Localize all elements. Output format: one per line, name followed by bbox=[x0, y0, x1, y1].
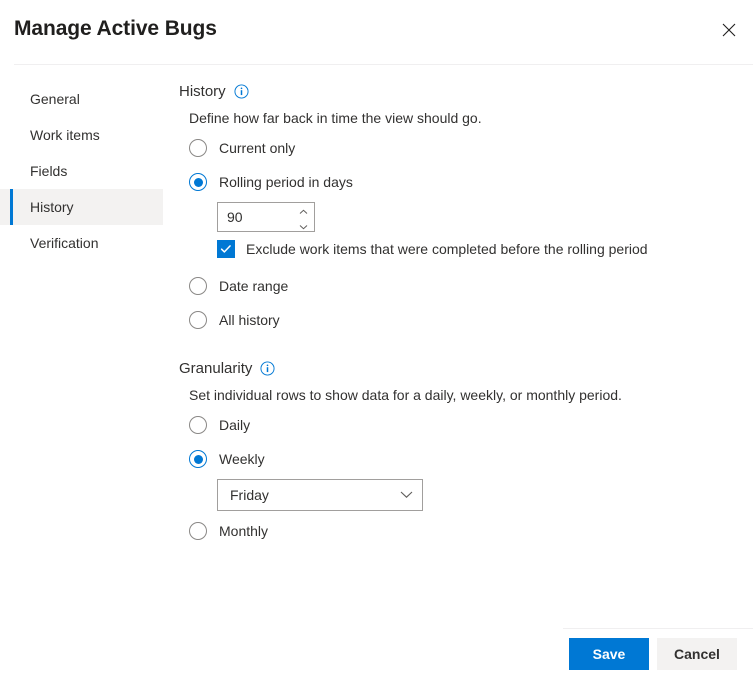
radio-monthly[interactable]: Monthly bbox=[189, 521, 737, 541]
cancel-button[interactable]: Cancel bbox=[657, 638, 737, 670]
sidebar-item-label: Fields bbox=[30, 163, 67, 179]
radio-label: All history bbox=[219, 312, 280, 328]
sidebar-item-label: History bbox=[30, 199, 74, 215]
sidebar-item-history[interactable]: History bbox=[0, 189, 163, 225]
settings-sidebar: General Work items Fields History Verifi… bbox=[0, 81, 163, 261]
info-icon[interactable] bbox=[234, 84, 249, 99]
history-section: History Define how far back in time the … bbox=[179, 83, 737, 330]
radio-rolling-period[interactable]: Rolling period in days bbox=[189, 172, 737, 192]
radio-mark bbox=[189, 450, 207, 468]
granularity-description: Set individual rows to show data for a d… bbox=[189, 387, 737, 403]
sidebar-item-general[interactable]: General bbox=[0, 81, 163, 117]
spinner-arrows bbox=[292, 203, 314, 231]
radio-current-only[interactable]: Current only bbox=[189, 138, 737, 158]
sidebar-item-work-items[interactable]: Work items bbox=[0, 117, 163, 153]
sidebar-item-verification[interactable]: Verification bbox=[0, 225, 163, 261]
chevron-down-icon bbox=[299, 218, 308, 233]
granularity-heading: Granularity bbox=[179, 360, 737, 377]
info-icon[interactable] bbox=[260, 361, 275, 376]
dialog-body: General Work items Fields History Verifi… bbox=[0, 65, 753, 684]
radio-all-history[interactable]: All history bbox=[189, 310, 737, 330]
radio-mark bbox=[189, 416, 207, 434]
radio-mark bbox=[189, 522, 207, 540]
sidebar-item-label: General bbox=[30, 91, 80, 107]
dialog-header: Manage Active Bugs bbox=[0, 0, 753, 64]
radio-mark bbox=[189, 311, 207, 329]
radio-weekly[interactable]: Weekly bbox=[189, 449, 737, 469]
section-spacer bbox=[179, 344, 737, 360]
radio-mark bbox=[189, 277, 207, 295]
radio-date-range[interactable]: Date range bbox=[189, 276, 737, 296]
exclude-completed-checkbox[interactable]: Exclude work items that were completed b… bbox=[217, 240, 737, 258]
sidebar-item-fields[interactable]: Fields bbox=[0, 153, 163, 189]
radio-label: Rolling period in days bbox=[219, 174, 353, 190]
close-button[interactable] bbox=[713, 14, 745, 46]
save-button[interactable]: Save bbox=[569, 638, 649, 670]
radio-label: Date range bbox=[219, 278, 288, 294]
history-heading: History bbox=[179, 83, 737, 100]
radio-daily[interactable]: Daily bbox=[189, 415, 737, 435]
chevron-up-icon bbox=[299, 203, 308, 218]
radio-label: Current only bbox=[219, 140, 295, 156]
radio-label: Daily bbox=[219, 417, 250, 433]
history-heading-label: History bbox=[179, 83, 226, 100]
checkbox-label: Exclude work items that were completed b… bbox=[246, 241, 648, 257]
granularity-section: Granularity Set individual rows to show … bbox=[179, 360, 737, 541]
chevron-down-icon bbox=[400, 486, 413, 504]
settings-content: History Define how far back in time the … bbox=[179, 83, 737, 555]
spinner-decrement-button[interactable] bbox=[292, 218, 314, 233]
sidebar-item-label: Work items bbox=[30, 127, 100, 143]
page-title: Manage Active Bugs bbox=[14, 17, 217, 41]
weekday-dropdown[interactable]: Friday bbox=[217, 479, 423, 511]
close-icon bbox=[722, 23, 736, 37]
rolling-days-spinner[interactable] bbox=[217, 202, 315, 232]
rolling-days-input[interactable] bbox=[218, 203, 292, 231]
checkbox-mark bbox=[217, 240, 235, 258]
footer-divider bbox=[563, 628, 753, 629]
radio-mark bbox=[189, 173, 207, 191]
radio-label: Weekly bbox=[219, 451, 265, 467]
radio-mark bbox=[189, 139, 207, 157]
granularity-heading-label: Granularity bbox=[179, 360, 252, 377]
dialog-footer: Save Cancel bbox=[569, 638, 737, 670]
spinner-increment-button[interactable] bbox=[292, 203, 314, 218]
weekday-dropdown-value: Friday bbox=[230, 487, 269, 503]
sidebar-item-label: Verification bbox=[30, 235, 98, 251]
history-description: Define how far back in time the view sho… bbox=[189, 110, 737, 126]
radio-label: Monthly bbox=[219, 523, 268, 539]
